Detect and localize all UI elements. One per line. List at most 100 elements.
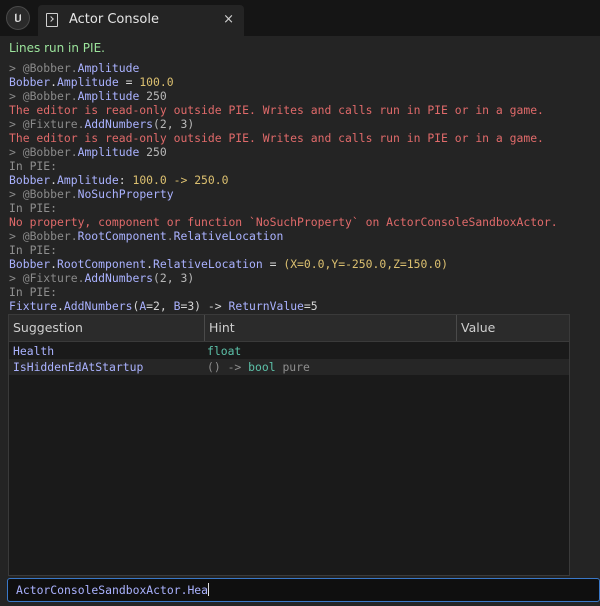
suggestion-list: Suggestion Hint Value Health float IsHidde… (8, 314, 570, 576)
log-segment: (2, 3) (153, 271, 195, 285)
log-segment: Amplitude (57, 173, 119, 187)
log-segment: 250 (139, 89, 167, 103)
log-segment: No property, component or function `NoSu… (9, 215, 558, 229)
log-segment: @Bobber (22, 145, 71, 159)
log-segment: Fixture (9, 299, 58, 313)
log-segment: (X=0.0,Y=-250.0,Z=150.0) (283, 257, 448, 271)
log-line: > @Bobber.Amplitude (9, 61, 597, 75)
log-segment: . (50, 173, 58, 187)
log-line: The editor is read-only outside PIE. Wri… (9, 131, 597, 145)
log-line: In PIE: (9, 243, 597, 257)
log-line: In PIE: (9, 285, 597, 299)
title-bar: Actor Console × (0, 0, 600, 36)
log-segment: . (70, 145, 78, 159)
text-caret (208, 583, 210, 596)
log-segment: 250 (139, 145, 167, 159)
console-icon (46, 13, 58, 27)
log-segment: NoSuchProperty (77, 187, 174, 201)
log-segment: @Bobber (22, 61, 71, 75)
log-segment: In PIE: (9, 201, 58, 215)
log-segment: = (118, 75, 140, 89)
log-segment: @Fixture (22, 271, 78, 285)
log-segment: : (118, 173, 133, 187)
log-segment: Bobber (9, 257, 51, 271)
log-segment: Bobber (9, 75, 51, 89)
log-segment: @Fixture (22, 117, 78, 131)
log-segment: RootComponent (77, 229, 167, 243)
log-line: In PIE: (9, 201, 597, 215)
log-segment: =3) -> (180, 299, 229, 313)
log-line: > @Bobber.Amplitude 250 (9, 145, 597, 159)
log-line: > @Bobber.Amplitude 250 (9, 89, 597, 103)
hint-segment: pure (275, 360, 310, 374)
hint-segment: () -> (207, 360, 249, 374)
log-segment: RootComponent (57, 257, 147, 271)
log-segment: > (9, 117, 23, 131)
log-segment: @Bobber (22, 89, 71, 103)
suggestion-name: Health (13, 344, 55, 358)
log-segment: =2, (146, 299, 174, 313)
command-input-text[interactable]: ActorConsoleSandboxActor.Hea (16, 583, 208, 597)
log-line: No property, component or function `NoSu… (9, 215, 597, 229)
console-panel: Lines run in PIE. > @Bobber.Amplitude Bob… (0, 36, 600, 606)
log-segment: Amplitude (77, 89, 140, 103)
log-segment: Amplitude (57, 75, 119, 89)
suggestion-name: IsHiddenEdAtStartup (13, 360, 144, 374)
close-icon[interactable]: × (223, 12, 234, 27)
log-segment: > (9, 229, 23, 243)
log-segment: Bobber (9, 173, 51, 187)
log-segment: . (70, 187, 78, 201)
column-suggestion[interactable]: Suggestion (13, 320, 83, 335)
suggestion-hint: float (207, 343, 241, 359)
log-segment: > (9, 89, 23, 103)
log-segment: > (9, 271, 23, 285)
log-segment: . (166, 229, 174, 243)
log-segment: @Bobber (22, 187, 71, 201)
console-log: > @Bobber.Amplitude Bobber.Amplitude = 10… (9, 61, 597, 313)
log-segment: . (57, 299, 64, 313)
log-segment: AddNumbers (63, 299, 133, 313)
log-line: In PIE: (9, 159, 597, 173)
log-line: > @Bobber.RootComponent.RelativeLocation (9, 229, 597, 243)
log-line: Fixture.AddNumbers(A=2, B=3) -> ReturnVa… (9, 299, 597, 313)
column-hint[interactable]: Hint (209, 320, 235, 335)
log-segment: . (146, 257, 154, 271)
log-segment: > (9, 187, 23, 201)
suggestion-row[interactable]: IsHiddenEdAtStartup () -> bool pure (9, 359, 569, 375)
suggestion-header: Suggestion Hint Value (9, 315, 569, 342)
status-message: Lines run in PIE. (9, 41, 105, 55)
tab-actor-console[interactable]: Actor Console × (38, 5, 244, 36)
column-divider[interactable] (456, 315, 457, 341)
log-segment: . (50, 257, 58, 271)
column-value[interactable]: Value (461, 320, 495, 335)
log-segment: 100.0 -> 250.0 (132, 173, 229, 187)
suggestion-hint: () -> bool pure (207, 359, 310, 375)
log-segment: In PIE: (9, 285, 58, 299)
log-segment: Amplitude (77, 61, 140, 75)
log-segment: . (70, 229, 78, 243)
log-line: > @Fixture.AddNumbers(2, 3) (9, 271, 597, 285)
log-segment: 100.0 (139, 75, 174, 89)
log-segment: The editor is read-only outside PIE. Wri… (9, 131, 544, 145)
suggestion-scrollbar[interactable] (572, 314, 598, 576)
log-segment: In PIE: (9, 159, 58, 173)
suggestion-row[interactable]: Health float (9, 343, 569, 359)
column-divider[interactable] (204, 315, 205, 341)
tab-label: Actor Console (69, 12, 159, 27)
log-segment: AddNumbers (84, 117, 154, 131)
command-input[interactable]: ActorConsoleSandboxActor.Hea (7, 578, 600, 602)
log-line: > @Bobber.NoSuchProperty (9, 187, 597, 201)
log-segment: @Bobber (22, 229, 71, 243)
log-segment: > (9, 145, 23, 159)
log-segment: ReturnValue (228, 299, 304, 313)
hint-segment: bool (248, 360, 276, 374)
log-line: > @Fixture.AddNumbers(2, 3) (9, 117, 597, 131)
log-segment: . (70, 61, 78, 75)
log-segment: The editor is read-only outside PIE. Wri… (9, 103, 544, 117)
log-segment: (2, 3) (153, 117, 195, 131)
log-segment: . (70, 89, 78, 103)
log-line: The editor is read-only outside PIE. Wri… (9, 103, 597, 117)
log-line: Bobber.RootComponent.RelativeLocation = … (9, 257, 597, 271)
log-segment: > (9, 61, 23, 75)
log-segment: = (262, 257, 284, 271)
